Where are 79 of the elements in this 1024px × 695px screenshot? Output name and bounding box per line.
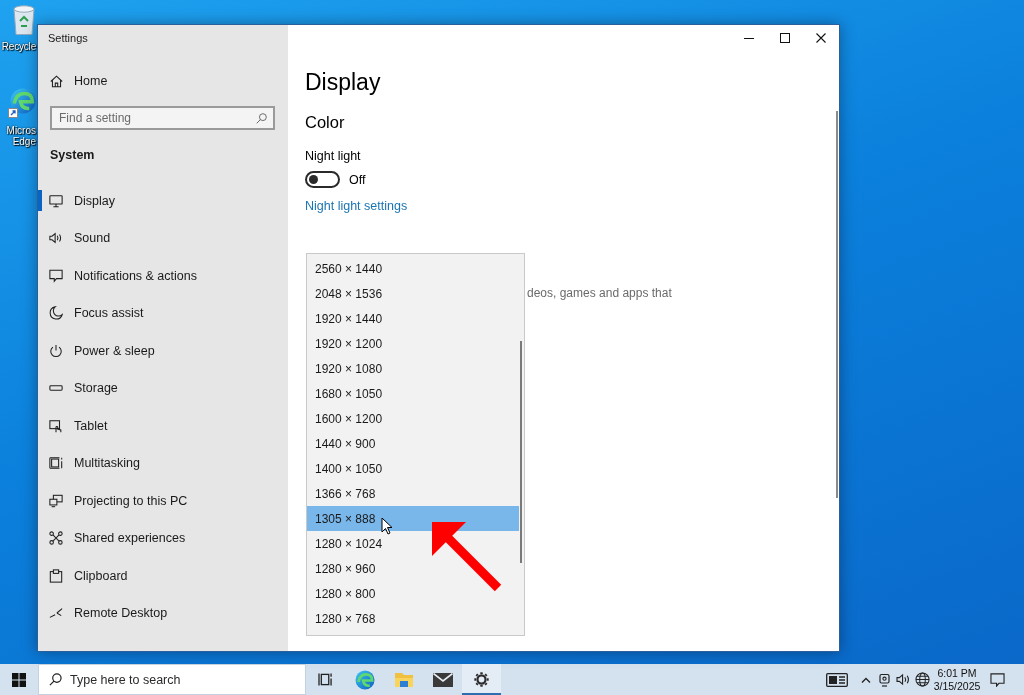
- dropdown-option[interactable]: 1280 × 1024: [307, 531, 519, 556]
- sidebar-item[interactable]: Shared experiences: [38, 527, 288, 549]
- dropdown-option[interactable]: 1400 × 1050: [307, 456, 519, 481]
- dropdown-option[interactable]: 1366 × 768: [307, 481, 519, 506]
- home-icon: [50, 74, 63, 88]
- sidebar-item[interactable]: Tablet: [38, 415, 288, 437]
- dropdown-option[interactable]: 1920 × 1080: [307, 356, 519, 381]
- minimize-icon: [744, 37, 754, 39]
- tablet-icon: [49, 418, 63, 433]
- dropdown-option[interactable]: 1600 × 1200: [307, 406, 519, 431]
- speaker-icon: [49, 231, 63, 246]
- windows-logo-icon: [12, 672, 26, 687]
- night-light-settings-link[interactable]: Night light settings: [305, 198, 408, 214]
- multitasking-icon: [49, 456, 63, 471]
- search-icon: [49, 673, 62, 686]
- desktop-icon-label: Recycle: [1, 41, 36, 52]
- dropdown-option[interactable]: 2048 × 1536: [307, 281, 519, 306]
- envelope-icon: [432, 672, 453, 687]
- browser-icon: [354, 669, 375, 690]
- globe-icon: [915, 672, 930, 687]
- desktop-icon-label: Micros Edge: [6, 125, 36, 147]
- nodes-icon: [49, 531, 63, 546]
- speaker-icon: [896, 673, 911, 686]
- dropdown-option[interactable]: 1305 × 888: [307, 506, 519, 531]
- window-title: Settings: [48, 31, 88, 46]
- sidebar-item[interactable]: Power & sleep: [38, 340, 288, 362]
- sidebar-item[interactable]: Multitasking: [38, 452, 288, 474]
- page-title: Display: [305, 68, 381, 97]
- dropdown-option[interactable]: 1440 × 900: [307, 431, 519, 456]
- sidebar-item[interactable]: Focus assist: [38, 302, 288, 324]
- sidebar-item[interactable]: Projecting to this PC: [38, 490, 288, 512]
- sidebar-item[interactable]: Notifications & actions: [38, 265, 288, 287]
- camera-icon: [879, 672, 890, 687]
- section-heading: System: [50, 147, 95, 164]
- monitor-icon: [49, 193, 63, 208]
- browser-shortcut-icon[interactable]: [8, 88, 36, 118]
- search-icon: [256, 112, 267, 124]
- dropdown-option[interactable]: 1920 × 1440: [307, 306, 519, 331]
- remote-desktop-icon: [49, 606, 63, 621]
- sidebar-item[interactable]: Display: [38, 190, 288, 212]
- chevron-up-icon: [860, 676, 871, 683]
- dropdown-option[interactable]: 2560 × 1440: [307, 256, 519, 281]
- power-icon: [49, 343, 63, 358]
- clipboard-icon: [49, 568, 63, 583]
- clock-time: 6:01 PM: [937, 666, 977, 680]
- sidebar-item[interactable]: Remote Desktop: [38, 602, 288, 624]
- dropdown-option[interactable]: 1680 × 1050: [307, 381, 519, 406]
- cursor-icon: [381, 517, 393, 535]
- dropdown-option[interactable]: 1920 × 1200: [307, 331, 519, 356]
- scrollbar-thumb[interactable]: [520, 341, 522, 563]
- search-field[interactable]: Find a setting: [50, 106, 275, 130]
- setting-label: Night light: [305, 148, 361, 164]
- projecting-icon: [49, 493, 63, 508]
- speech-bubble-icon: [49, 268, 63, 283]
- task-view-icon: [318, 673, 333, 686]
- scrollbar-thumb[interactable]: [836, 111, 838, 498]
- close-icon: [816, 33, 826, 43]
- dropdown-option[interactable]: 1280 × 960: [307, 556, 519, 581]
- arrow-annotation: [432, 522, 504, 594]
- recycle-bin-icon[interactable]: [12, 5, 36, 35]
- description-text: deos, games and apps that: [527, 285, 672, 301]
- sidebar-item[interactable]: Sound: [38, 227, 288, 249]
- toggle-switch[interactable]: [305, 171, 340, 188]
- moon-icon: [49, 306, 63, 321]
- home-link[interactable]: Home: [38, 63, 288, 99]
- speech-bubble-icon: [989, 672, 1005, 687]
- sidebar-item[interactable]: Clipboard: [38, 565, 288, 587]
- news-icon: [826, 672, 848, 687]
- section-heading: Color: [305, 112, 345, 133]
- maximize-icon: [780, 33, 790, 43]
- clock-date: 3/15/2025: [933, 679, 981, 693]
- settings-icon: [473, 671, 490, 688]
- dropdown-option[interactable]: 1280 × 768: [307, 606, 519, 631]
- settings-button[interactable]: [462, 664, 501, 695]
- dropdown-option[interactable]: 1280 × 800: [307, 581, 519, 606]
- toggle-state-text: Off: [349, 171, 366, 188]
- sidebar-item[interactable]: Storage: [38, 377, 288, 399]
- folder-icon: [393, 671, 414, 688]
- taskbar-search-field[interactable]: Type here to search: [38, 664, 306, 695]
